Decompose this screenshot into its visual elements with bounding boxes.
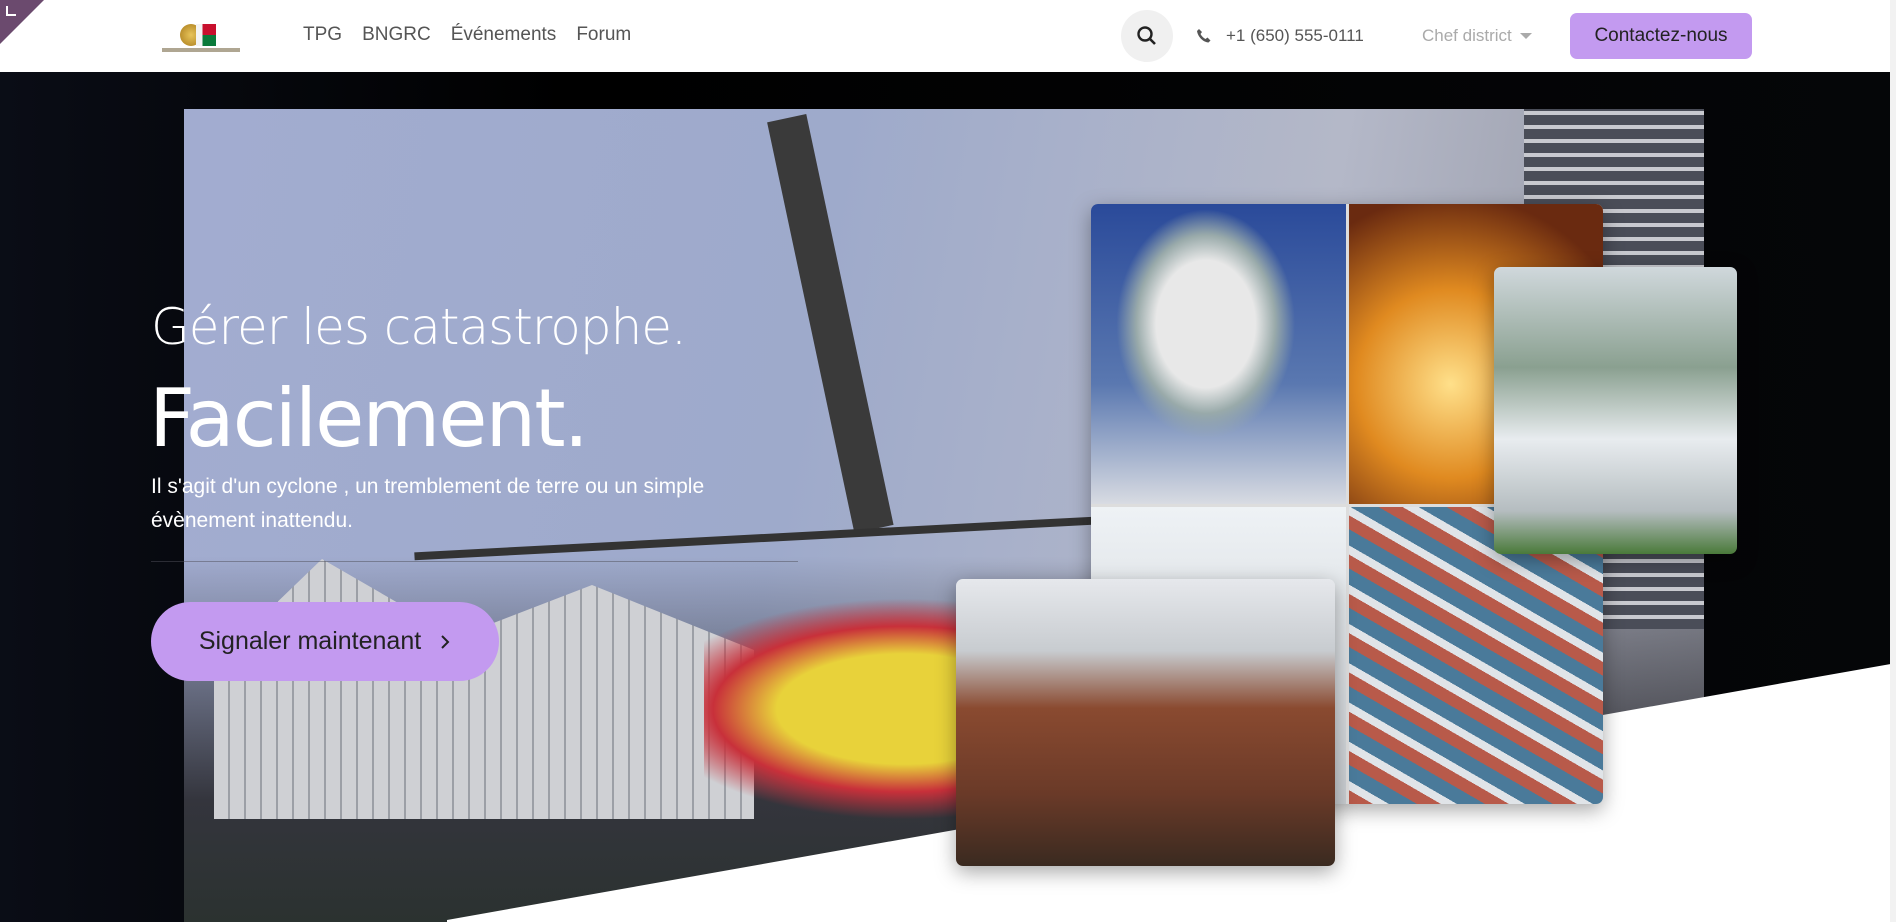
divider [151, 561, 798, 562]
search-icon [1137, 26, 1156, 45]
earthquake-rescue-image [956, 579, 1335, 866]
contact-button[interactable]: Contactez-nous [1570, 13, 1752, 59]
nav-tpg[interactable]: TPG [303, 24, 342, 46]
main-nav: TPG BNGRC Événements Forum [303, 24, 631, 46]
volcano-image [1091, 204, 1346, 504]
logo[interactable] [162, 18, 240, 58]
corner-icon [6, 6, 16, 16]
phone-icon [1197, 29, 1211, 43]
scrollbar[interactable] [1890, 0, 1896, 922]
chevron-right-icon [441, 634, 450, 649]
nav-bngrc[interactable]: BNGRC [362, 24, 431, 46]
hero-title-line1: Gérer les catastrophe. [151, 298, 687, 356]
search-button[interactable] [1121, 10, 1173, 62]
user-menu-label: Chef district [1422, 26, 1512, 45]
navbar: TPG BNGRC Événements Forum +1 (650) 555-… [0, 0, 1896, 72]
caret-down-icon [1519, 33, 1532, 39]
nav-forum[interactable]: Forum [576, 24, 631, 46]
report-now-label: Signaler maintenant [198, 627, 422, 655]
cyclone-image [1494, 267, 1737, 554]
phone-link[interactable]: +1 (650) 555-0111 [1196, 26, 1364, 46]
hero-title-line2: Facilement. [149, 372, 589, 465]
phone-number: +1 (650) 555-0111 [1226, 26, 1364, 45]
nav-evenements[interactable]: Événements [451, 24, 557, 46]
report-now-button[interactable]: Signaler maintenant [151, 602, 499, 681]
user-menu[interactable]: Chef district [1422, 26, 1532, 46]
hero-lead: Il s'agit d'un cyclone , un tremblement … [151, 475, 705, 532]
